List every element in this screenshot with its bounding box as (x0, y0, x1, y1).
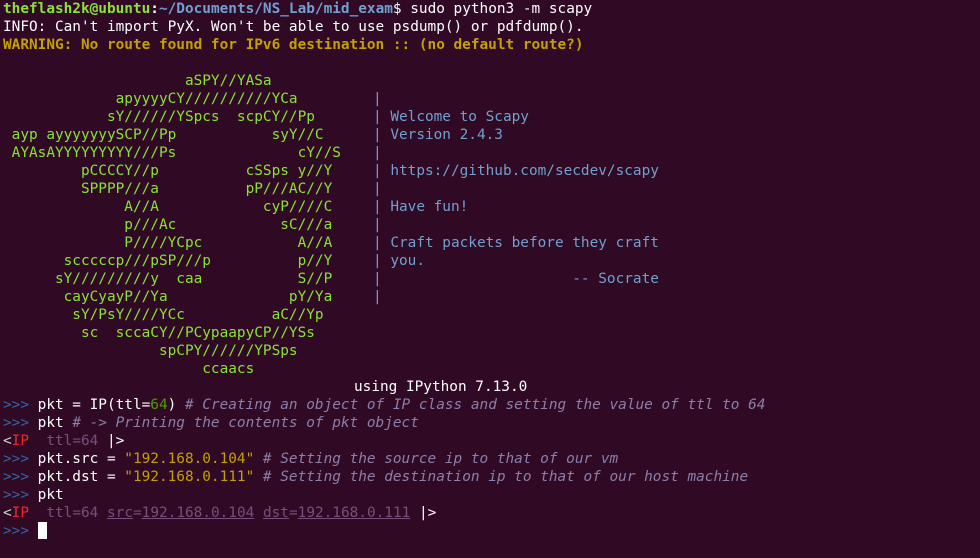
number-literal: 64 (150, 397, 168, 413)
string-literal: "192.168.0.104" (124, 451, 255, 467)
code-comment: # -> Printing the contents of pkt object (72, 415, 419, 431)
banner-art-line: spCPY//////YPSps (3, 343, 359, 359)
banner-art-line: AYAsAYYYYYYYYY///Ps cY//S (3, 145, 359, 161)
banner-art-line: cayCyayP//Ya pY/Ya (3, 289, 359, 305)
banner-art-line: ayp ayyyyyyySCP//Pp syY//C (3, 127, 359, 143)
text-cursor[interactable] (37, 522, 47, 539)
banner-art-line: p///Ac sC///a (3, 217, 359, 233)
banner-art-line: aSPY//YASa (3, 73, 272, 89)
repl-output-line: <IP ttl=64 src=192.168.0.104 dst=192.168… (3, 504, 436, 522)
banner-art-line: ccaacs (3, 361, 359, 377)
output-bracket: < (3, 505, 12, 521)
packet-layer-name: IP (11, 433, 29, 449)
banner-side-line: | Have fun! (373, 199, 469, 215)
field-equals: = (133, 505, 142, 521)
terminal-window[interactable]: theflash2k@ubuntu:~/Documents/NS_Lab/mid… (0, 0, 980, 558)
string-literal: "192.168.0.111" (124, 469, 255, 485)
banner-art-line: apyyyyCY//////////YCa (3, 91, 359, 107)
repl-output-line: <IP ttl=64 |> (3, 432, 124, 450)
banner-art-line: sY/////////y caa S//P (3, 271, 359, 287)
banner-side-line: | (373, 181, 382, 197)
banner-art-line: scccccp///pSP///p p//Y (3, 253, 359, 269)
warning-message: WARNING: No route found for IPv6 destina… (3, 37, 584, 53)
banner-side-line: | Craft packets before they craft (373, 235, 659, 251)
field-name: dst (262, 505, 289, 521)
banner-side-line: | (373, 145, 382, 161)
code-comment: # Setting the source ip to that of our v… (254, 451, 619, 467)
code: pkt (37, 487, 64, 503)
field-name: ttl (29, 433, 73, 449)
field-equals: = (72, 433, 81, 449)
field-value: 192.168.0.111 (297, 505, 411, 521)
output-bracket: < (3, 433, 12, 449)
field-name: ttl (29, 505, 73, 521)
shell-command: sudo python3 -m scapy (401, 1, 593, 17)
repl-prompt: >>> (3, 487, 38, 503)
repl-input-line: >>> pkt # -> Printing the contents of pk… (3, 414, 419, 432)
banner-art-line: pCCCCY//p cSSps y//Y (3, 163, 359, 179)
banner-side-line: | Version 2.4.3 (373, 127, 503, 143)
banner-art-line: A//A cyP////C (3, 199, 359, 215)
output-bracket: |> (410, 505, 437, 521)
banner-art-line: SPPPP///a pP///AC//Y (3, 181, 359, 197)
code: pkt (37, 415, 73, 431)
repl-input-line: >>> pkt = IP(ttl=64) # Creating an objec… (3, 396, 765, 414)
repl-input-line: >>> pkt.src = "192.168.0.104" # Setting … (3, 450, 618, 468)
repl-prompt: >>> (3, 397, 38, 413)
output-bracket: |> (98, 433, 125, 449)
banner-side-line: | (373, 91, 382, 107)
code-comment: # Setting the destination ip to that of … (254, 469, 749, 485)
banner-side-line: | you. (373, 253, 425, 269)
field-name: src (107, 505, 133, 521)
banner-art-line: sY//////YSpcs scpCY//Pp (3, 109, 359, 125)
code: pkt.dst = (37, 469, 125, 485)
repl-input-line: >>> pkt (3, 486, 64, 504)
path-separator: : (150, 1, 159, 17)
repl-prompt: >>> (3, 415, 38, 431)
field-equals: = (72, 505, 81, 521)
banner-side-line: | (373, 217, 382, 233)
repl-prompt: >>> (3, 469, 38, 485)
repl-prompt: >>> (3, 451, 38, 467)
code: pkt.src = (37, 451, 125, 467)
code: ) (167, 397, 185, 413)
code-comment: # Creating an object of IP class and set… (184, 397, 766, 413)
repl-prompt: >>> (3, 523, 38, 539)
field-value: 192.168.0.104 (141, 505, 255, 521)
banner-art-line: P////YCpc A//A (3, 235, 359, 251)
repl-input-line: >>> pkt.dst = "192.168.0.111" # Setting … (3, 468, 748, 486)
shell-prompt-line: theflash2k@ubuntu:~/Documents/NS_Lab/mid… (3, 0, 592, 18)
banner-art-line: sc sccaCY//PCypaapyCP//YSs (3, 325, 359, 341)
packet-layer-name: IP (11, 505, 29, 521)
code: pkt = IP(ttl= (37, 397, 151, 413)
banner-side-line: | (373, 289, 382, 305)
banner-side-line: | Welcome to Scapy (373, 109, 529, 125)
field-equals: = (288, 505, 298, 521)
banner-art-line: sY/PsY////YCc aC//Yp (3, 307, 359, 323)
field-value: 64 (81, 433, 99, 449)
banner-side-line: | -- Socrate (373, 271, 659, 287)
current-directory: ~/Documents/NS_Lab/mid_exam (158, 1, 393, 17)
repl-active-input-line[interactable]: >>> (3, 522, 47, 540)
banner-side-line: | https://github.com/secdev/scapy (373, 163, 659, 179)
prompt-symbol: $ (392, 1, 402, 17)
field-value: 64 (81, 505, 99, 521)
user-host: theflash2k@ubuntu (3, 1, 151, 17)
ipython-version: using IPython 7.13.0 (354, 379, 528, 395)
info-message: INFO: Can't import PyX. Won't be able to… (3, 19, 584, 35)
